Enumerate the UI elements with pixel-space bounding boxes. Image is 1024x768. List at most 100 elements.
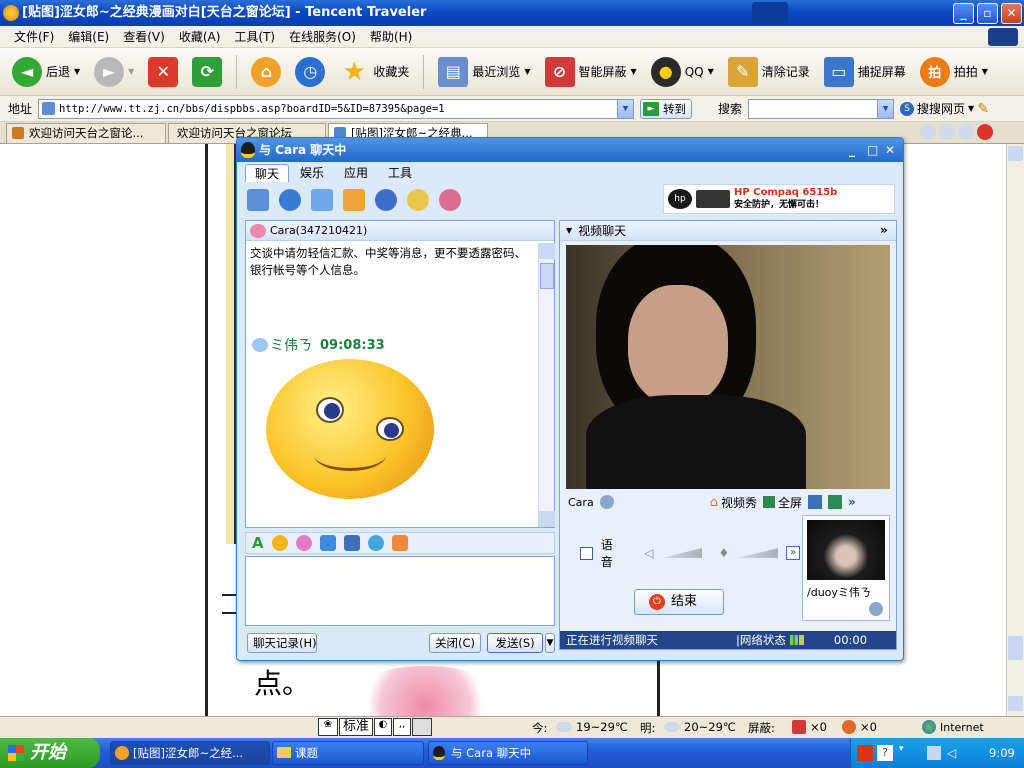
music-icon[interactable] [367, 535, 384, 551]
video-chat-icon[interactable] [279, 189, 301, 211]
collapse-icon[interactable]: ▼ [566, 226, 572, 235]
voice-chat-icon[interactable] [311, 189, 333, 211]
font-icon[interactable]: A [252, 534, 264, 552]
clear-history-button[interactable]: ✎ 清除记录 [724, 52, 814, 92]
refresh-button[interactable]: ⟳ [188, 52, 226, 92]
help-icon[interactable]: ? [877, 745, 893, 761]
capture-screen-button[interactable]: ▭ 捕捉屏幕 [820, 52, 910, 92]
menu-edit[interactable]: 编辑(E) [68, 28, 109, 45]
task-browser[interactable]: [贴图]涩女郎~之经... [110, 741, 270, 765]
ad-block-icon[interactable] [842, 720, 856, 734]
menu-online-service[interactable]: 在线服务(O) [289, 28, 356, 45]
language-bar-icon[interactable] [857, 745, 873, 761]
end-call-button[interactable]: ⏻ 结束 [634, 589, 724, 615]
scroll-down-icon[interactable] [539, 511, 555, 527]
menu-help[interactable]: 帮助(H) [370, 28, 412, 45]
maximize-button[interactable]: ▫ [977, 3, 998, 24]
send-button[interactable]: 发送(S) [487, 633, 543, 653]
home-button[interactable]: ⌂ [247, 52, 285, 92]
engine-dropdown-icon[interactable]: ▼ [968, 104, 974, 113]
task-folder[interactable]: 课题 [272, 741, 424, 765]
tab-scroll-left-icon[interactable] [920, 124, 936, 140]
minimize-button[interactable]: _ [953, 3, 974, 24]
ime-toolbar[interactable]: ❀ 标准 ◐ ,, [318, 717, 433, 737]
volume-tray-icon[interactable]: ◁ [947, 746, 956, 760]
highlight-pen-icon[interactable]: ✎ [977, 101, 989, 117]
scene-icon[interactable] [391, 535, 408, 551]
chat-maximize-icon[interactable]: □ [867, 138, 878, 162]
history-button[interactable]: ◷ [291, 52, 329, 92]
recent-dropdown-icon[interactable]: ▼ [524, 67, 530, 76]
menu-tools[interactable]: 工具(T) [234, 28, 275, 45]
remote-assist-icon[interactable] [375, 189, 397, 211]
paipai-dropdown-icon[interactable]: ▼ [982, 67, 988, 76]
qq-button[interactable]: ● QQ ▼ [647, 52, 718, 92]
menu-file[interactable]: 文件(F) [14, 28, 54, 45]
speaker-icon[interactable]: ◁ [644, 546, 653, 560]
qq-dropdown-icon[interactable]: ▼ [708, 67, 714, 76]
block-dropdown-icon[interactable]: ▼ [631, 67, 637, 76]
network-tray-icon[interactable] [927, 746, 941, 760]
scroll-up-icon[interactable] [539, 243, 555, 259]
magic-emoticon-icon[interactable] [295, 535, 312, 551]
task-qq-chat[interactable]: 与 Cara 聊天中 [428, 741, 588, 765]
block-button[interactable]: ⊘ 智能屏蔽 ▼ [541, 52, 641, 92]
scroll-down-icon[interactable] [1008, 696, 1023, 711]
mic-volume-slider[interactable] [737, 548, 779, 558]
popup-block-icon[interactable] [792, 720, 806, 734]
expand-icon[interactable]: » [880, 223, 888, 237]
menu-favorites[interactable]: 收藏(A) [179, 28, 221, 45]
favorites-button[interactable]: ★ 收藏夹 [335, 52, 413, 92]
add-member-icon[interactable] [439, 189, 461, 211]
send-file-icon[interactable] [247, 189, 269, 211]
video-show-button[interactable]: ⌂ 视频秀 [710, 494, 757, 511]
voice-checkbox[interactable] [580, 546, 593, 560]
tab-chat[interactable]: 聊天 [245, 164, 290, 182]
share-icon[interactable] [343, 189, 365, 211]
back-button[interactable]: ◄ 后退 ▼ [8, 52, 84, 92]
chat-minimize-icon[interactable]: _ [849, 138, 855, 162]
more-icon[interactable]: » [848, 495, 856, 509]
camera-icon[interactable] [599, 495, 614, 509]
page-scrollbar[interactable] [1006, 144, 1024, 716]
microphone-icon[interactable]: ♦ [718, 546, 729, 560]
fullscreen-button[interactable]: 全屏 [762, 494, 802, 511]
url-dropdown-icon[interactable]: ▼ [617, 99, 634, 118]
search-engine-selector[interactable]: S 搜搜网页 ▼ ✎ [900, 100, 989, 117]
menu-view[interactable]: 查看(V) [123, 28, 165, 45]
scroll-thumb[interactable] [1008, 636, 1023, 660]
chat-close-icon[interactable]: ✕ [885, 138, 895, 162]
scroll-up-icon[interactable] [1008, 146, 1023, 161]
tab-tools[interactable]: 工具 [379, 164, 421, 182]
emoticon-icon[interactable] [271, 535, 288, 551]
ad-banner[interactable]: hp HP Compaq 6515b 安全防护，无懈可击！ [663, 184, 895, 214]
scroll-thumb[interactable] [540, 263, 554, 289]
tab-scroll-right-icon[interactable] [939, 124, 955, 140]
tab-apps[interactable]: 应用 [335, 164, 377, 182]
tray-expand-icon[interactable]: ▾ [899, 744, 904, 754]
browser-tab-1[interactable]: 欢迎访问天台之窗论... [6, 122, 166, 143]
back-dropdown-icon[interactable]: ▼ [74, 67, 80, 76]
close-window-button[interactable]: ✕ [1001, 3, 1022, 24]
close-chat-button[interactable]: 关闭(C) [429, 633, 481, 653]
3d-show-icon[interactable] [407, 189, 429, 211]
recent-button[interactable]: ▤ 最近浏览 ▼ [434, 52, 534, 92]
snapshot-icon[interactable] [807, 495, 822, 509]
message-input[interactable] [245, 556, 555, 626]
url-input[interactable]: http://www.tt.zj.cn/bbs/dispbbs.asp?boar… [38, 98, 635, 119]
tab-list-icon[interactable] [958, 124, 974, 140]
screenshot-icon[interactable] [343, 535, 360, 551]
settings-icon[interactable] [827, 495, 842, 509]
self-camera-icon[interactable] [869, 602, 883, 616]
send-image-icon[interactable] [319, 535, 336, 551]
expand-voice-icon[interactable]: » [786, 546, 800, 560]
paipai-button[interactable]: 拍 拍拍 ▼ [916, 52, 992, 92]
start-button[interactable]: 开始 [0, 738, 100, 768]
search-input[interactable]: ▼ [748, 98, 895, 119]
tab-entertainment[interactable]: 娱乐 [291, 164, 333, 182]
stop-button[interactable]: ✕ [144, 52, 182, 92]
chat-history-button[interactable]: 聊天记录(H) [247, 633, 317, 653]
forward-dropdown-icon[interactable]: ▼ [128, 67, 134, 76]
go-button[interactable]: ► 转到 [640, 98, 693, 119]
speaker-volume-slider[interactable] [661, 548, 703, 558]
